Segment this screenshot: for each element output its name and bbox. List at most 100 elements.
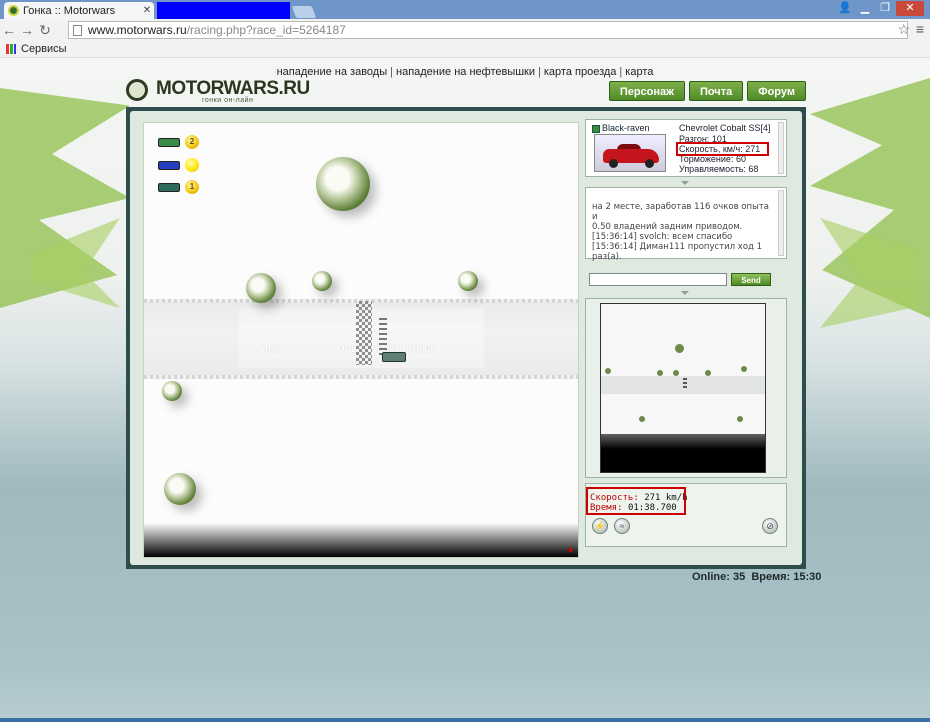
boost-icon[interactable]: ⚡	[592, 518, 608, 534]
leader-car	[158, 182, 180, 192]
header-buttons: Персонаж Почта Форум	[608, 81, 806, 101]
quit-race-icon[interactable]: ⊘	[762, 518, 778, 534]
tree	[458, 271, 478, 291]
minimap-tree	[657, 370, 663, 376]
address-bar[interactable]: www.motorwars.ru /racing.php?race_id=526…	[68, 21, 908, 39]
online-label: Online:	[692, 571, 730, 583]
minimap-tree	[741, 366, 747, 372]
game-area: Имя Опыт Статистика 2 1 Black-raven Chev…	[130, 111, 802, 565]
chat-line: 0.50 владений задним приводом.	[592, 222, 743, 232]
send-button[interactable]: Send	[731, 273, 771, 286]
car-name: Chevrolet Cobalt SS[4]	[679, 123, 771, 133]
place-coin-icon	[185, 158, 199, 172]
overlay-col-name: Имя	[261, 344, 282, 355]
online-count: 35	[732, 571, 746, 583]
tree	[246, 273, 276, 303]
chat-line: [15:36:14] Диман111 пропустил ход 1	[592, 242, 763, 252]
minimap-tree	[737, 416, 743, 422]
mail-button[interactable]: Почта	[688, 81, 744, 101]
browser-tab[interactable]: Гонка :: Motorwars ✕	[4, 2, 154, 19]
minimap[interactable]	[600, 303, 766, 473]
chat-line: на 2 месте, заработав 116 очков опыта и	[592, 202, 769, 222]
tab-title: Гонка :: Motorwars	[23, 4, 116, 17]
leader-car	[158, 137, 180, 147]
chat-input[interactable]	[589, 273, 727, 286]
site-logo-subtitle: гонки он-лайн	[202, 97, 254, 104]
chat-panel: на 2 месте, заработав 116 очков опыта и …	[585, 187, 787, 262]
server-time-label: Время:	[751, 571, 791, 583]
bookmark-star-icon[interactable]: ☆	[897, 21, 910, 38]
reload-icon[interactable]: ↻	[36, 22, 54, 39]
browser-tab-redacted[interactable]	[157, 2, 290, 19]
new-tab-button[interactable]	[291, 6, 317, 18]
close-window-icon[interactable]: ✕	[896, 1, 924, 16]
game-frame: Имя Опыт Статистика 2 1 Black-raven Chev…	[126, 107, 806, 569]
footer-info: Online: 35 Время: 15:30	[692, 571, 821, 583]
site-header: MOTORWARS.RU гонки он-лайн Персонаж Почт…	[126, 77, 806, 104]
collapse-arrow-icon[interactable]	[681, 181, 689, 185]
taskbar-edge	[0, 718, 930, 722]
apps-icon[interactable]	[6, 44, 16, 54]
browser-toolbar: ← → ↻ www.motorwars.ru /racing.php?race_…	[0, 19, 930, 41]
car-image	[594, 134, 666, 172]
minimap-fade	[601, 434, 765, 472]
back-icon[interactable]: ←	[0, 22, 18, 38]
minimap-tree	[673, 370, 679, 376]
menu-icon[interactable]: ≡	[916, 21, 924, 37]
horn-icon[interactable]: ≈	[614, 518, 630, 534]
site-favicon-icon	[8, 5, 19, 16]
minimap-finish	[683, 378, 687, 390]
leaderboard-entry: 2	[158, 135, 199, 149]
page-body: нападение на заводы | нападение на нефтевы…	[0, 58, 930, 722]
chat-scrollbar[interactable]	[778, 190, 784, 256]
wheel-icon	[645, 159, 654, 168]
url-path: /racing.php?race_id=5264187	[186, 23, 346, 37]
bookmarks-bar: Сервисы	[0, 41, 930, 58]
marker-dot	[569, 548, 572, 552]
finish-line	[356, 301, 372, 365]
track-fade	[144, 523, 578, 557]
window-controls: 👤 ▁ ❐ ✕	[836, 1, 924, 16]
chat-line: раз(а).	[592, 252, 622, 262]
leaderboard-entry: 1	[158, 180, 199, 194]
wheel-icon	[609, 159, 618, 168]
minimap-tree	[639, 416, 645, 422]
race-status-panel: Скорость: 271 km/h Время: 01:38.700 ⚡ ≈ …	[585, 483, 787, 547]
collapse-arrow-icon[interactable]	[681, 291, 689, 295]
minimap-tree	[705, 370, 711, 376]
status-highlight-box	[586, 487, 686, 515]
leaderboard-entry	[158, 158, 199, 172]
tab-close-icon[interactable]: ✕	[140, 5, 154, 16]
forward-icon[interactable]: →	[18, 22, 36, 38]
bookmark-services[interactable]: Сервисы	[21, 43, 67, 55]
user-icon[interactable]: 👤	[836, 1, 854, 16]
player-car	[382, 352, 406, 362]
character-button[interactable]: Персонаж	[608, 81, 685, 101]
server-time: 15:30	[793, 571, 822, 583]
place-coin-icon: 2	[185, 135, 199, 149]
car-panel-scrollbar[interactable]	[778, 122, 784, 174]
speed-highlight-box	[676, 142, 769, 156]
tree	[316, 157, 370, 211]
tree	[162, 381, 182, 401]
page-icon	[73, 24, 82, 36]
forum-button[interactable]: Форум	[747, 81, 806, 101]
road-edge	[144, 375, 578, 379]
chat-line: [15:36:14] svolch: всем спасибо	[592, 232, 733, 242]
player-flag-icon	[592, 125, 600, 133]
minimize-icon[interactable]: ▁	[856, 1, 874, 16]
maximize-icon[interactable]: ❐	[876, 1, 894, 16]
tree	[312, 271, 332, 291]
minimap-tree	[675, 344, 684, 353]
minimap-tree	[605, 368, 611, 374]
minimap-panel	[585, 298, 787, 478]
race-track[interactable]: Имя Опыт Статистика 2 1	[143, 122, 579, 558]
tree	[164, 473, 196, 505]
url-host: www.motorwars.ru	[88, 23, 187, 37]
chat-log: на 2 месте, заработав 116 очков опыта и …	[592, 202, 772, 262]
car-info-panel: Black-raven Chevrolet Cobalt SS[4] Разго…	[585, 119, 787, 177]
stat-handling: Управляемость: 68	[679, 164, 759, 174]
browser-titlebar: Гонка :: Motorwars ✕ 👤 ▁ ❐ ✕	[0, 0, 930, 19]
logo-icon	[126, 79, 148, 101]
player-name[interactable]: Black-raven	[602, 123, 650, 133]
